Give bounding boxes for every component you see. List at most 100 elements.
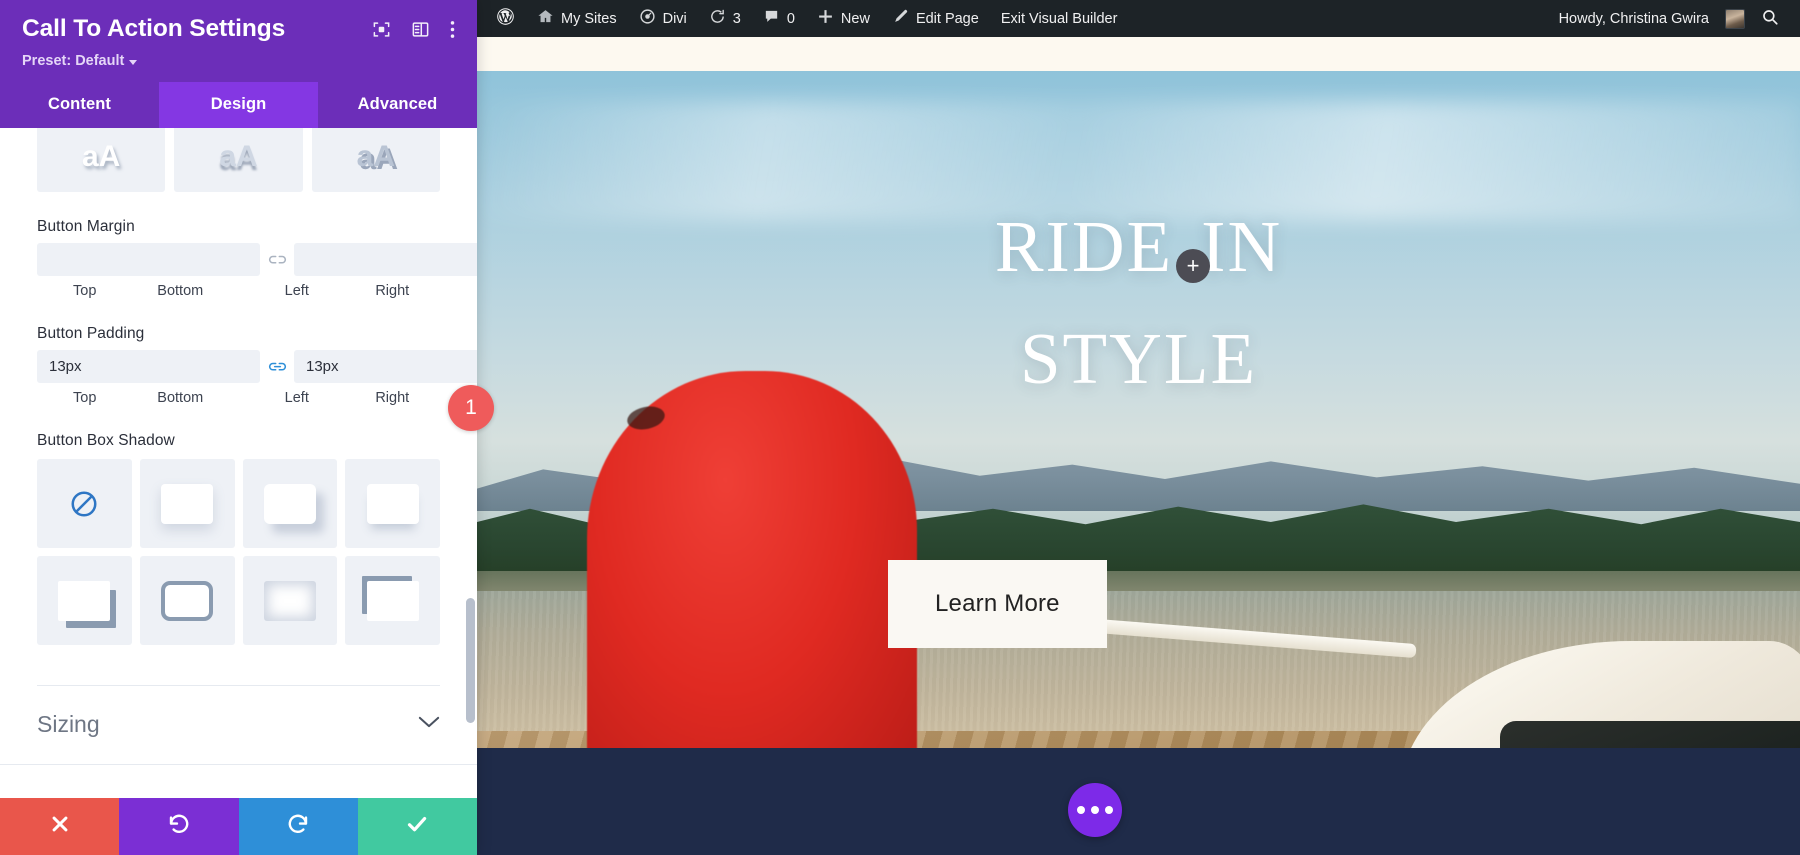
admin-bar-my-sites-label: My Sites: [561, 11, 617, 27]
comment-icon: [763, 8, 780, 29]
button-padding-sublabels-vertical: Top Bottom: [37, 390, 228, 406]
solid-offset-shadow-swatch: [58, 581, 110, 621]
sublabel-gap: [228, 283, 249, 299]
button-padding-sublabels: Top Bottom Left Right: [37, 390, 440, 406]
close-icon: [49, 813, 71, 840]
panel-scroll-content: aA aA aA Button Margin: [0, 128, 477, 686]
page-footer-band: [477, 748, 1800, 855]
wp-admin-bar: My Sites Divi: [477, 0, 1800, 37]
admin-bar-divi[interactable]: Divi: [628, 0, 698, 37]
admin-bar-my-account[interactable]: Howdy, Christina Gwira: [1548, 0, 1745, 37]
tab-advanced[interactable]: Advanced: [318, 82, 477, 128]
section-sizing[interactable]: Sizing: [0, 686, 477, 765]
box-shadow-preset-inner-glow-shadow[interactable]: [243, 556, 338, 645]
button-padding-label: Button Padding: [37, 325, 440, 343]
corner-outline-shadow-swatch: [367, 581, 419, 621]
preset-label: Preset: Default: [22, 53, 124, 69]
text-shadow-preset-bottom-shadow[interactable]: aA: [174, 128, 302, 192]
avatar: [1725, 9, 1745, 29]
search-icon: [1761, 8, 1779, 30]
hero-section[interactable]: Ride In Style Learn More +: [477, 71, 1800, 783]
box-shadow-preset-bottom-drop-shadow[interactable]: [345, 459, 440, 548]
button-padding-sublabels-horizontal: Left Right: [249, 390, 440, 406]
button-margin-top-input[interactable]: [37, 243, 260, 276]
redo-button[interactable]: [239, 798, 358, 855]
admin-bar-new-content[interactable]: New: [806, 0, 881, 37]
builder-settings-fab[interactable]: [1068, 783, 1122, 837]
cta-learn-more-button[interactable]: Learn More: [888, 560, 1107, 648]
box-shadow-preset-no-shadow[interactable]: [37, 459, 132, 548]
plus-icon: [817, 8, 834, 29]
bottom-drop-shadow-swatch: [367, 484, 419, 524]
save-button[interactable]: [358, 798, 477, 855]
admin-bar-edit-page[interactable]: Edit Page: [881, 0, 990, 37]
text-shadow-preset-grid: aA aA aA: [37, 128, 440, 192]
panel-layout-icon[interactable]: [411, 20, 430, 44]
box-shadow-preset-corner-outline-shadow[interactable]: [345, 556, 440, 645]
button-margin-right-label: Right: [345, 283, 441, 299]
admin-bar-updates[interactable]: 3: [698, 0, 752, 37]
button-margin-sublabels: Top Bottom Left Right: [37, 283, 440, 299]
text-shadow-preset-hard-offset-shadow[interactable]: aA: [312, 128, 440, 192]
panel-scrollbar[interactable]: [466, 598, 475, 723]
button-padding-vertical-group: [37, 350, 477, 383]
text-shadow-glyph: aA: [82, 142, 120, 172]
outline-shadow-swatch: [161, 581, 213, 621]
panel-body: aA aA aA Button Margin: [0, 128, 477, 798]
sizing-section-label: Sizing: [37, 711, 100, 738]
panel-footer: [0, 798, 477, 855]
tab-content[interactable]: Content: [0, 82, 159, 128]
soft-drop-shadow-swatch: [161, 484, 213, 524]
cancel-button[interactable]: [0, 798, 119, 855]
button-margin-top-label: Top: [37, 283, 133, 299]
button-padding-link-vertical-icon[interactable]: [260, 350, 294, 383]
box-shadow-preset-outline-shadow[interactable]: [140, 556, 235, 645]
button-margin-left-label: Left: [249, 283, 345, 299]
button-margin-bottom-input[interactable]: [294, 243, 477, 276]
admin-bar-updates-count: 3: [733, 11, 741, 27]
box-shadow-preset-offset-drop-shadow[interactable]: [243, 459, 338, 548]
button-padding-left-label: Left: [249, 390, 345, 406]
undo-icon: [167, 812, 191, 841]
offset-drop-shadow-swatch: [264, 484, 316, 524]
admin-bar-wordpress-logo[interactable]: [485, 0, 526, 37]
button-margin-link-vertical-icon[interactable]: [260, 243, 294, 276]
no-shadow-icon: [69, 489, 99, 519]
tab-design[interactable]: Design: [159, 82, 318, 128]
visual-builder-area: My Sites Divi: [477, 0, 1800, 855]
ellipsis-icon-dot-3: [1105, 806, 1113, 814]
add-module-button[interactable]: +: [1176, 249, 1210, 283]
panel-title-row: Call To Action Settings: [22, 16, 455, 44]
inner-glow-shadow-swatch: [264, 581, 316, 621]
admin-bar-left-group: My Sites Divi: [477, 0, 1128, 37]
page-title: Call To Action Settings: [22, 16, 372, 43]
button-box-shadow-preset-grid: [37, 459, 440, 645]
admin-bar-exit-visual-builder[interactable]: Exit Visual Builder: [990, 0, 1129, 37]
chevron-down-icon: [418, 715, 440, 734]
admin-bar-comments[interactable]: 0: [752, 0, 806, 37]
button-box-shadow-label: Button Box Shadow: [37, 432, 440, 450]
button-padding-top-input[interactable]: [37, 350, 260, 383]
admin-bar-search[interactable]: [1745, 8, 1790, 30]
box-shadow-preset-soft-drop-shadow[interactable]: [140, 459, 235, 548]
canvas-top-strip: [477, 37, 1800, 71]
button-margin-sublabels-vertical: Top Bottom: [37, 283, 228, 299]
panel-tabs: Content Design Advanced: [0, 82, 477, 128]
preset-selector[interactable]: Preset: Default: [22, 53, 137, 69]
undo-button[interactable]: [119, 798, 238, 855]
button-margin-label: Button Margin: [37, 218, 440, 236]
ellipsis-icon-dot-2: [1091, 806, 1099, 814]
admin-bar-my-sites[interactable]: My Sites: [526, 0, 628, 37]
text-shadow-preset-soft-shadow[interactable]: aA: [37, 128, 165, 192]
button-padding-top-label: Top: [37, 390, 133, 406]
more-options-icon[interactable]: [450, 20, 455, 44]
button-padding-bottom-input[interactable]: [294, 350, 477, 383]
step-marker-1: 1: [448, 385, 494, 431]
button-padding-bottom-label: Bottom: [133, 390, 229, 406]
focus-view-icon[interactable]: [372, 20, 391, 44]
sites-icon: [537, 8, 554, 29]
wordpress-icon: [496, 7, 515, 30]
box-shadow-preset-solid-offset-shadow[interactable]: [37, 556, 132, 645]
admin-bar-comments-count: 0: [787, 11, 795, 27]
hero-person-red-jacket: [587, 371, 917, 783]
